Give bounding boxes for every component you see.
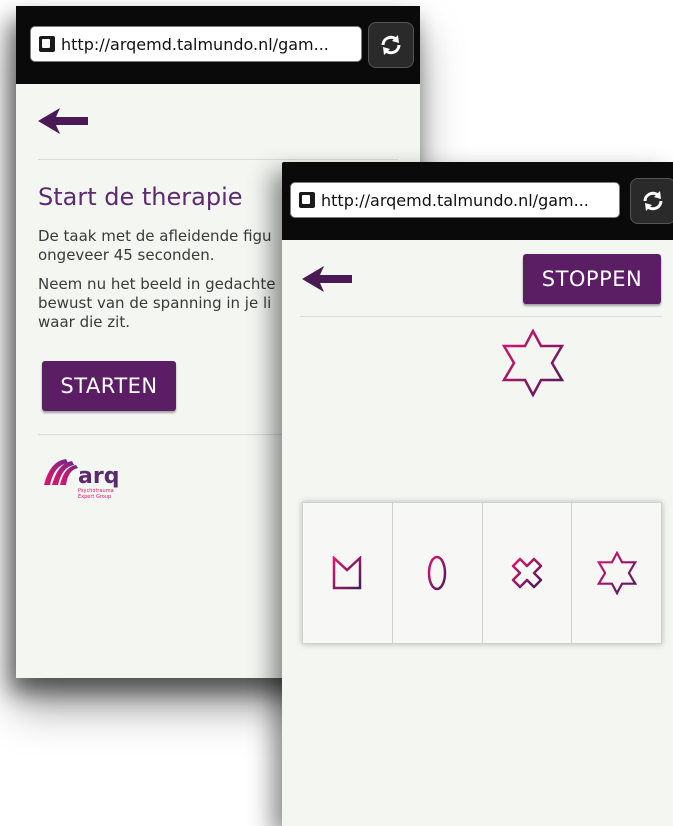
choice-panel (302, 502, 662, 644)
url-field[interactable]: http://arqemd.talmundo.nl/gam... (30, 26, 362, 62)
description-text: De taak met de afleidende figu ongeveer … (38, 227, 272, 264)
star-of-david-icon (501, 328, 565, 398)
oval-icon (427, 555, 447, 591)
back-arrow-icon[interactable] (302, 266, 352, 292)
url-text: http://arqemd.talmundo.nl/gam... (61, 34, 329, 54)
bookmark-icon (39, 36, 55, 52)
url-text: http://arqemd.talmundo.nl/gam... (321, 190, 589, 210)
divider (38, 159, 398, 160)
url-field[interactable]: http://arqemd.talmundo.nl/gam... (290, 182, 620, 218)
logo-subtext-2: Expert Group (78, 494, 111, 500)
star-of-david-icon (596, 551, 637, 595)
divider (300, 316, 662, 317)
choice-cross[interactable] (483, 503, 573, 643)
refresh-button[interactable] (630, 178, 673, 224)
start-button[interactable]: STARTEN (42, 361, 176, 411)
stop-button[interactable]: STOPPEN (523, 254, 661, 304)
refresh-icon (643, 191, 663, 211)
choice-crown[interactable] (303, 503, 393, 643)
browser-toolbar: http://arqemd.talmundo.nl/gam... (282, 162, 673, 240)
page-title: Start de therapie (38, 183, 243, 211)
back-arrow-icon[interactable] (38, 108, 88, 134)
crown-icon (333, 556, 362, 590)
refresh-button[interactable] (368, 22, 414, 68)
cross-icon (511, 557, 543, 589)
instruction-text: Neem nu het beeld in gedachte bewust van… (38, 275, 276, 331)
choice-oval[interactable] (393, 503, 483, 643)
logo-text: arq (78, 464, 119, 489)
bookmark-icon (299, 192, 315, 208)
refresh-icon (381, 35, 401, 55)
browser-toolbar: http://arqemd.talmundo.nl/gam... (16, 6, 420, 84)
front-screen: http://arqemd.talmundo.nl/gam... STOPPEN (282, 162, 673, 826)
choice-star[interactable] (572, 503, 661, 643)
arq-logo: arq Psychotrauma Expert Group (44, 459, 119, 500)
